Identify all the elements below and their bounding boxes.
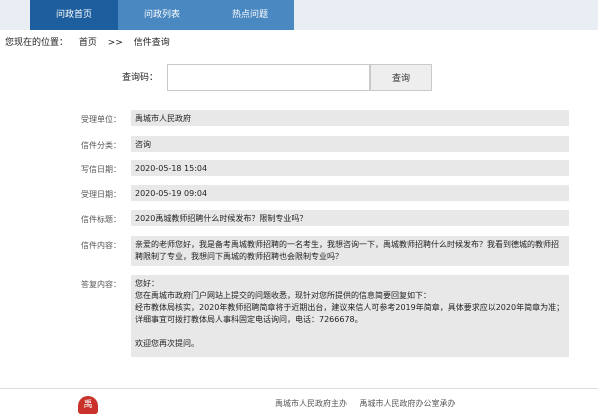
query-code-label: 查询码： xyxy=(122,73,159,83)
tab-home[interactable]: 问政首页 xyxy=(30,0,118,30)
breadcrumb: 您现在的位置： 首页 >> 信件查询 xyxy=(5,37,178,49)
query-button[interactable]: 查询 xyxy=(370,64,432,91)
top-navigation: 问政首页 问政列表 热点问题 xyxy=(0,0,598,30)
reply-label: 答复内容： xyxy=(81,280,121,289)
government-emblem-icon: 禹 xyxy=(78,396,98,414)
dept-label: 受理单位： xyxy=(81,115,121,124)
tab-list[interactable]: 问政列表 xyxy=(118,0,206,30)
title-label: 信件标题： xyxy=(81,215,121,224)
reply-greeting: 您好： xyxy=(135,279,159,288)
breadcrumb-home-link[interactable]: 首页 xyxy=(79,38,97,48)
category-value: 咨询 xyxy=(131,136,569,152)
query-code-input[interactable] xyxy=(167,64,370,91)
reply-closing: 欢迎您再次提问。 xyxy=(135,339,199,348)
accept-date-value: 2020-05-19 09:04 xyxy=(131,185,569,201)
write-date-value: 2020-05-18 15:04 xyxy=(131,160,569,176)
reply-box: 您好： 您在禹城市政府门户网站上提交的问题收悉，现针对您所提供的信息简要回复如下… xyxy=(131,275,569,357)
footer-organizer: 禹城市人民政府办公室承办 xyxy=(359,399,456,408)
reply-line-2: 经市教体局核实，2020年教师招聘简章将于近期出台，建议来信人可参考2019年简… xyxy=(135,303,565,324)
content-value: 亲爱的老师您好，我是备考禹城教师招聘的一名考生，我想咨询一下，禹城教师招聘什么时… xyxy=(131,236,569,266)
breadcrumb-prefix: 您现在的位置： xyxy=(5,38,69,48)
footer-credits: 禹城市人民政府主办 禹城市人民政府办公室承办 xyxy=(275,398,466,409)
content-label: 信件内容： xyxy=(81,241,121,250)
footer-sponsor: 禹城市人民政府主办 xyxy=(275,399,347,408)
dept-value: 禹城市人民政府 xyxy=(131,110,569,126)
category-label: 信件分类： xyxy=(81,141,121,150)
footer-divider xyxy=(0,388,598,389)
breadcrumb-separator: >> xyxy=(107,38,123,48)
title-value: 2020禹城教师招聘什么时候发布？限制专业吗？ xyxy=(131,210,569,226)
accept-date-label: 受理日期： xyxy=(81,190,121,199)
reply-line-1: 您在禹城市政府门户网站上提交的问题收悉，现针对您所提供的信息简要回复如下： xyxy=(135,291,431,300)
write-date-label: 写信日期： xyxy=(81,165,121,174)
breadcrumb-current: 信件查询 xyxy=(133,38,170,48)
tab-hot-issues[interactable]: 热点问题 xyxy=(206,0,294,30)
